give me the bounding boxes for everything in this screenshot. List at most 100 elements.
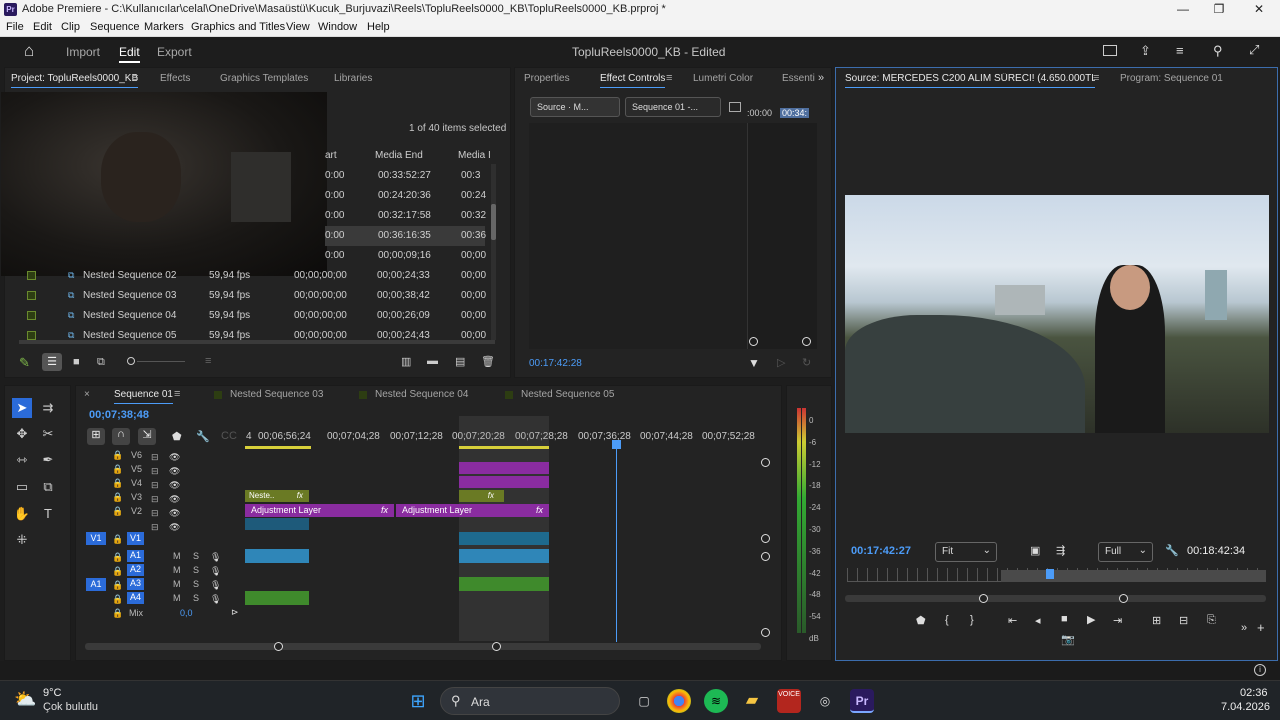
- menu-markers[interactable]: Markers: [144, 21, 184, 33]
- list-item[interactable]: 0:00 00:32:17:58 00:32: [325, 206, 486, 226]
- snap-icon[interactable]: ∩: [112, 428, 130, 445]
- overwrite-icon[interactable]: ⊟: [1179, 614, 1188, 627]
- tab-export[interactable]: Export: [157, 45, 192, 59]
- tab-effects[interactable]: Effects: [160, 73, 190, 84]
- nest-toggle-icon[interactable]: ⊞: [87, 428, 105, 445]
- voice-record-icons[interactable]: 🎙 🎙 🎙 🎙: [210, 550, 221, 606]
- track-label-a4[interactable]: A4: [127, 592, 144, 604]
- source-timecode[interactable]: 00:17:42:27: [851, 545, 911, 557]
- ec-scroll-end-handle[interactable]: [802, 337, 811, 346]
- mute-a3[interactable]: M: [173, 579, 181, 589]
- rectangle-tool-icon[interactable]: ▭: [12, 477, 32, 497]
- step-back-icon[interactable]: ◂: [1035, 614, 1041, 627]
- mark-in-icon[interactable]: {: [945, 614, 949, 626]
- toggle-sync-icons[interactable]: ⊟ ⊟ ⊟ ⊟ ⊟ ⊟: [151, 450, 159, 534]
- stop-icon[interactable]: ■: [1061, 613, 1068, 625]
- solo-a4[interactable]: S: [193, 593, 199, 603]
- tab-essential[interactable]: Essenti: [782, 73, 815, 84]
- filter-icon[interactable]: ▼: [748, 356, 760, 370]
- tab-import[interactable]: Import: [66, 45, 100, 59]
- sort-icon[interactable]: ≡: [205, 355, 211, 367]
- ec-scroll-start-handle[interactable]: [749, 337, 758, 346]
- fit-dropdown[interactable]: Fit ⌄: [935, 542, 997, 562]
- tab-nested-03[interactable]: Nested Sequence 03: [230, 389, 323, 400]
- voicemeeter-icon[interactable]: VOICE: [777, 689, 801, 713]
- list-item[interactable]: ⧉ Nested Sequence 03 59,94 fps 00;00;00;00 0…: [22, 286, 492, 306]
- ec-keyframe-area[interactable]: [747, 123, 817, 349]
- track-label-a1[interactable]: A1: [127, 550, 144, 562]
- go-to-out-icon[interactable]: ⇥: [1113, 614, 1122, 627]
- mix-value[interactable]: 0,0: [180, 608, 193, 618]
- scroll-handle[interactable]: [761, 628, 770, 637]
- playhead-line[interactable]: [616, 442, 617, 642]
- clip-v6[interactable]: [459, 462, 549, 474]
- solo-a2[interactable]: S: [193, 565, 199, 575]
- label-color-swatch[interactable]: [27, 291, 36, 300]
- scroll-handle[interactable]: [761, 552, 770, 561]
- list-item-selected[interactable]: 0:00 00:36:16:35 00:36: [325, 226, 486, 246]
- tab-effect-controls[interactable]: Effect Controls: [600, 73, 666, 88]
- pencil-icon[interactable]: ✎: [19, 355, 30, 371]
- list-item[interactable]: 0:00 00;00;09;16 00;00: [325, 246, 486, 266]
- menu-help[interactable]: Help: [367, 21, 390, 33]
- play-audio-icon[interactable]: ▷: [777, 356, 785, 369]
- clip-v4-nested[interactable]: Neste.. fx: [245, 490, 309, 502]
- timeline-menu-icon[interactable]: ≡: [174, 388, 180, 400]
- mute-a4[interactable]: M: [173, 593, 181, 603]
- tab-edit[interactable]: Edit: [119, 45, 140, 63]
- ec-timecode[interactable]: 00:17:42:28: [529, 358, 582, 369]
- generative-extend-icon[interactable]: ⁜: [12, 530, 32, 550]
- home-icon[interactable]: ⌂: [24, 41, 34, 61]
- step-icon[interactable]: ⇶: [1056, 544, 1065, 557]
- tab-graphics-templates[interactable]: Graphics Templates: [220, 73, 308, 84]
- razor-tool-icon[interactable]: ✂: [38, 424, 58, 444]
- captions-icon[interactable]: CC: [221, 430, 237, 442]
- zoom-slider[interactable]: [127, 357, 187, 367]
- clip-v5[interactable]: [459, 476, 549, 488]
- type-tool-icon[interactable]: T: [38, 504, 58, 524]
- share-icon[interactable]: ⇪: [1140, 43, 1151, 59]
- clip-v1[interactable]: [459, 532, 549, 545]
- app-icon[interactable]: ◎: [813, 689, 837, 713]
- tab-project[interactable]: Project: TopluReels0000_KB: [11, 73, 139, 88]
- source-clip-dropdown[interactable]: Source · M...: [530, 97, 620, 117]
- linked-selection-icon[interactable]: ⇲: [138, 428, 156, 445]
- add-marker-icon[interactable]: ⬟: [916, 614, 926, 627]
- menu-sequence[interactable]: Sequence: [90, 21, 140, 33]
- tab-source[interactable]: Source: MERCEDES C200 ALIM SÜRECİ! (4.65…: [845, 73, 1095, 88]
- loop-icon[interactable]: ↻: [802, 356, 811, 369]
- add-button-icon[interactable]: +: [1257, 620, 1265, 635]
- export-icon[interactable]: ⎘: [1207, 614, 1216, 627]
- new-bin-icon[interactable]: ▬: [427, 355, 438, 367]
- start-icon[interactable]: ⊞: [406, 689, 430, 713]
- clip-a3[interactable]: [459, 577, 549, 591]
- quality-dropdown[interactable]: Full ⌄: [1098, 542, 1153, 562]
- scroll-handle[interactable]: [761, 534, 770, 543]
- list-view-icon[interactable]: ☰: [42, 353, 62, 371]
- col-start[interactable]: art: [325, 150, 337, 161]
- close-tab-icon[interactable]: ×: [84, 389, 90, 400]
- menu-window[interactable]: Window: [318, 21, 357, 33]
- tab-properties[interactable]: Properties: [524, 73, 570, 84]
- more-panels-icon[interactable]: »: [818, 72, 824, 84]
- menu-edit[interactable]: Edit: [33, 21, 52, 33]
- spotify-icon[interactable]: ≋: [704, 689, 728, 713]
- menu-view[interactable]: View: [286, 21, 310, 33]
- file-explorer-icon[interactable]: ▰: [740, 689, 764, 713]
- list-item[interactable]: 0:00 00:24:20:36 00:24: [325, 186, 486, 206]
- chrome-icon[interactable]: [667, 689, 691, 713]
- slip-tool-icon[interactable]: ⇿: [12, 450, 32, 470]
- search-help-icon[interactable]: ⚲: [1213, 43, 1223, 59]
- col-media-end[interactable]: Media End: [375, 150, 423, 161]
- export-frame-icon[interactable]: ▣: [1030, 544, 1040, 557]
- label-color-swatch[interactable]: [27, 311, 36, 320]
- source-playhead[interactable]: [1046, 569, 1054, 579]
- vertical-scrollbar[interactable]: [491, 164, 496, 340]
- tab-nested-04[interactable]: Nested Sequence 04: [375, 389, 468, 400]
- remix-tool-icon[interactable]: ⧉: [38, 477, 58, 497]
- maximize-button[interactable]: ❐: [1200, 0, 1238, 19]
- clip-adjustment-2[interactable]: Adjustment Layer fx: [396, 504, 549, 517]
- menu-graphics[interactable]: Graphics and Titles: [191, 21, 285, 33]
- pen-tool-icon[interactable]: ✒: [38, 450, 58, 470]
- solo-a1[interactable]: S: [193, 551, 199, 561]
